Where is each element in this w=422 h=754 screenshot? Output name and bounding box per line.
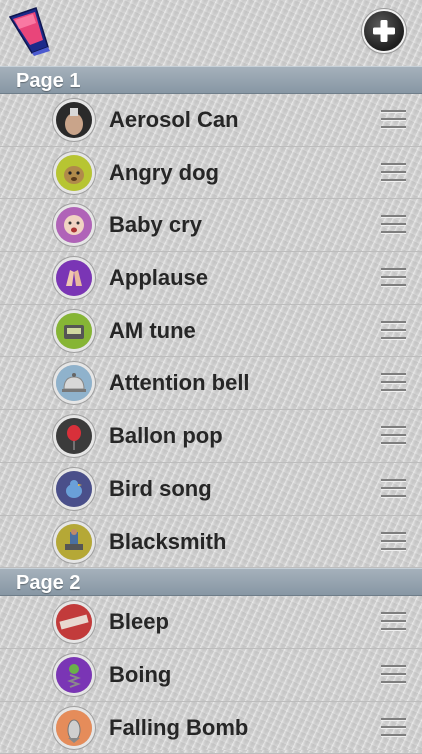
reorder-handle-icon[interactable] [381,162,406,183]
sound-label: Boing [109,661,172,687]
sound-label: Baby cry [109,212,202,238]
aerosol-icon [56,102,92,138]
sound-label: Falling Bomb [109,714,249,740]
sound-label: AM tune [109,317,196,343]
sound-label: Applause [109,265,209,291]
reorder-handle-icon[interactable] [381,612,406,632]
reorder-handle-icon[interactable] [381,664,406,685]
sound-label: Bleep [109,609,169,635]
reorder-handle-icon[interactable] [381,717,406,738]
reorder-handle-icon[interactable] [381,426,406,446]
list-item[interactable]: Baby cry [0,199,422,253]
anvil-icon [56,523,92,560]
spring-icon [56,656,92,693]
section-title: Page 1 [16,70,81,92]
list-item[interactable]: Boing [0,649,422,702]
list-item[interactable]: Bleep [0,596,422,649]
sound-label: Bird song [109,475,212,501]
list-item[interactable]: AM tune [0,305,422,358]
list-item[interactable]: Blacksmith [0,516,422,569]
censored-icon [56,604,92,641]
section-title: Page 2 [16,572,81,595]
top-bar [0,0,422,66]
reorder-handle-icon[interactable] [381,320,406,341]
list-item[interactable]: Aerosol Can [0,94,422,147]
reorder-handle-icon[interactable] [381,110,406,130]
reorder-handle-icon[interactable] [381,268,406,288]
radio-icon [56,312,92,349]
list-item[interactable]: Ballon pop [0,410,422,463]
sound-label: Attention bell [109,370,250,396]
list-item[interactable]: Bird song [0,463,422,516]
bird-icon [56,470,92,507]
baby-icon [56,207,92,244]
sound-list: Page 1 Aerosol Can Angry dog Baby cry Ap… [0,66,422,754]
sound-label: Angry dog [109,159,219,185]
reorder-handle-icon[interactable] [381,478,406,499]
list-item[interactable]: Applause [0,252,422,305]
list-item[interactable]: Falling Bomb [0,702,422,754]
bell-icon [56,365,92,402]
sound-label: Ballon pop [109,423,223,449]
sound-label: Blacksmith [109,528,227,554]
sound-label: Aerosol Can [109,107,239,132]
section-header-page-1: Page 1 [0,66,422,94]
dog-icon [56,154,92,191]
app-logo-icon[interactable] [6,5,52,57]
plus-icon [373,20,395,42]
add-sound-button[interactable] [364,11,404,51]
reorder-handle-icon[interactable] [381,215,406,235]
reorder-handle-icon[interactable] [381,531,406,552]
hands-icon [56,260,92,297]
list-item[interactable]: Angry dog [0,147,422,200]
section-header-page-2: Page 2 [0,568,422,597]
bomb-icon [56,709,92,746]
list-item[interactable]: Attention bell [0,357,422,411]
balloon-icon [56,418,92,455]
reorder-handle-icon[interactable] [381,373,406,393]
